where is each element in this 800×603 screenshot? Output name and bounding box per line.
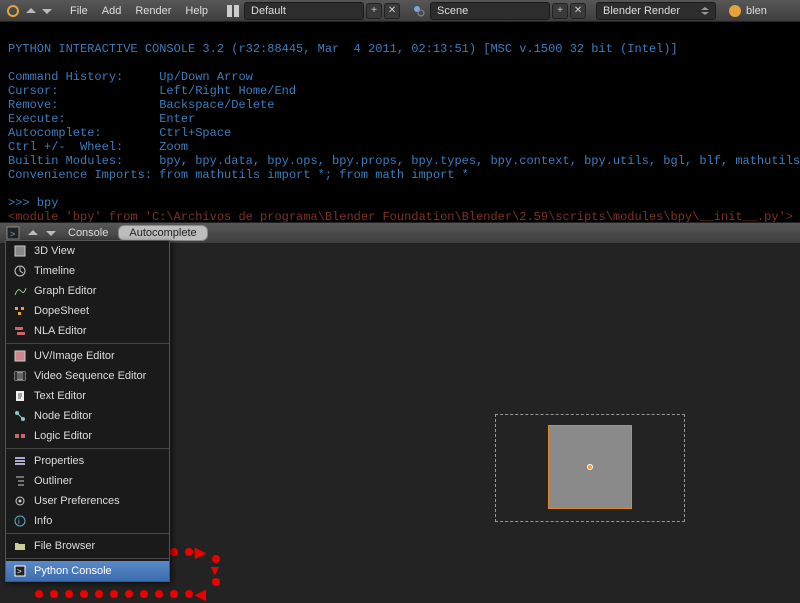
node-icon	[12, 409, 28, 423]
console-line: Builtin Modules: bpy, bpy.data, bpy.ops,…	[8, 154, 800, 168]
item-label: Graph Editor	[34, 285, 96, 297]
console-line: Execute: Enter	[8, 112, 195, 126]
text-icon	[12, 389, 28, 403]
menu-graph-editor[interactable]: Graph Editor	[6, 281, 169, 301]
python-console-output[interactable]: PYTHON INTERACTIVE CONSOLE 3.2 (r32:8844…	[0, 22, 800, 222]
menu-python-console[interactable]: > Python Console	[6, 561, 169, 581]
menu-file[interactable]: File	[64, 5, 94, 17]
info-icon: i	[12, 514, 28, 528]
menu-text-editor[interactable]: Text Editor	[6, 386, 169, 406]
svg-text:i: i	[18, 517, 20, 526]
item-label: Node Editor	[34, 410, 92, 422]
film-icon	[12, 369, 28, 383]
item-label: File Browser	[34, 540, 95, 552]
console-line: Command History: Up/Down Arrow	[8, 70, 253, 84]
blender-logo-icon	[726, 2, 744, 20]
scene-dropdown[interactable]: Scene	[430, 2, 550, 20]
scene-add-btn[interactable]: +	[552, 3, 568, 19]
folder-icon	[12, 539, 28, 553]
menu-timeline[interactable]: Timeline	[6, 261, 169, 281]
outliner-icon	[12, 474, 28, 488]
expand-icon[interactable]	[24, 2, 38, 20]
layout-icon[interactable]	[224, 2, 242, 20]
clock-icon	[12, 264, 28, 278]
console-prompt: >>> bpy	[8, 196, 58, 210]
console-line: PYTHON INTERACTIVE CONSOLE 3.2 (r32:8844…	[8, 42, 678, 56]
menu-logic-editor[interactable]: Logic Editor	[6, 426, 169, 446]
gear-icon	[12, 494, 28, 508]
properties-icon	[12, 454, 28, 468]
autocomplete-button[interactable]: Autocomplete	[118, 225, 207, 241]
console-line: Convenience Imports: from mathutils impo…	[8, 168, 469, 182]
menu-add[interactable]: Add	[96, 5, 128, 17]
logic-icon	[12, 429, 28, 443]
cube-icon	[12, 244, 28, 258]
console-result: <module 'bpy' from 'C:\Archivos de progr…	[8, 210, 793, 222]
chevron-updown-icon	[701, 7, 709, 15]
menu-properties[interactable]: Properties	[6, 451, 169, 471]
console-line: Autocomplete: Ctrl+Space	[8, 126, 231, 140]
item-label: DopeSheet	[34, 305, 89, 317]
console-line: Cursor: Left/Right Home/End	[8, 84, 296, 98]
menu-separator	[6, 448, 169, 449]
scene-icon[interactable]	[410, 2, 428, 20]
menu-help[interactable]: Help	[179, 5, 214, 17]
engine-dropdown[interactable]: Blender Render	[596, 2, 716, 20]
item-label: Python Console	[34, 565, 112, 577]
item-label: Video Sequence Editor	[34, 370, 146, 382]
image-icon	[12, 349, 28, 363]
console-icon: >	[12, 564, 28, 578]
item-label: Logic Editor	[34, 430, 92, 442]
menu-user-preferences[interactable]: User Preferences	[6, 491, 169, 511]
menu-video-sequence-editor[interactable]: Video Sequence Editor	[6, 366, 169, 386]
item-label: Timeline	[34, 265, 75, 277]
scene-remove-btn[interactable]: ✕	[570, 3, 586, 19]
object-origin-icon	[587, 464, 593, 470]
collapse-icon[interactable]	[40, 2, 54, 20]
brand-label: blen	[746, 5, 767, 17]
menu-outliner[interactable]: Outliner	[6, 471, 169, 491]
menu-node-editor[interactable]: Node Editor	[6, 406, 169, 426]
editor-type-menu: 3D View Timeline Graph Editor DopeSheet …	[5, 240, 170, 582]
console-menu[interactable]: Console	[62, 227, 114, 239]
menu-nla-editor[interactable]: NLA Editor	[6, 321, 169, 341]
menu-render[interactable]: Render	[129, 5, 177, 17]
layout-dropdown[interactable]: Default	[244, 2, 364, 20]
nla-icon	[12, 324, 28, 338]
topbar: File Add Render Help Default + ✕ Scene +…	[0, 0, 800, 22]
item-label: Outliner	[34, 475, 73, 487]
item-label: UV/Image Editor	[34, 350, 115, 362]
menu-separator	[6, 558, 169, 559]
menu-info[interactable]: i Info	[6, 511, 169, 531]
svg-text:>: >	[10, 229, 15, 239]
item-label: User Preferences	[34, 495, 120, 507]
item-label: NLA Editor	[34, 325, 87, 337]
engine-label: Blender Render	[603, 5, 680, 17]
item-label: Info	[34, 515, 52, 527]
item-label: Text Editor	[34, 390, 86, 402]
dopesheet-icon	[12, 304, 28, 318]
item-label: Properties	[34, 455, 84, 467]
menu-dopesheet[interactable]: DopeSheet	[6, 301, 169, 321]
layout-add-btn[interactable]: +	[366, 3, 382, 19]
menu-3d-view[interactable]: 3D View	[6, 241, 169, 261]
menu-separator	[6, 343, 169, 344]
menu-uv-image-editor[interactable]: UV/Image Editor	[6, 346, 169, 366]
console-line: Ctrl +/- Wheel: Zoom	[8, 140, 188, 154]
item-label: 3D View	[34, 245, 75, 257]
layout-remove-btn[interactable]: ✕	[384, 3, 400, 19]
menu-file-browser[interactable]: File Browser	[6, 536, 169, 556]
menu-separator	[6, 533, 169, 534]
graph-icon	[12, 284, 28, 298]
console-line: Remove: Backspace/Delete	[8, 98, 274, 112]
svg-text:>: >	[17, 567, 22, 576]
editor-type-btn[interactable]	[4, 2, 22, 20]
